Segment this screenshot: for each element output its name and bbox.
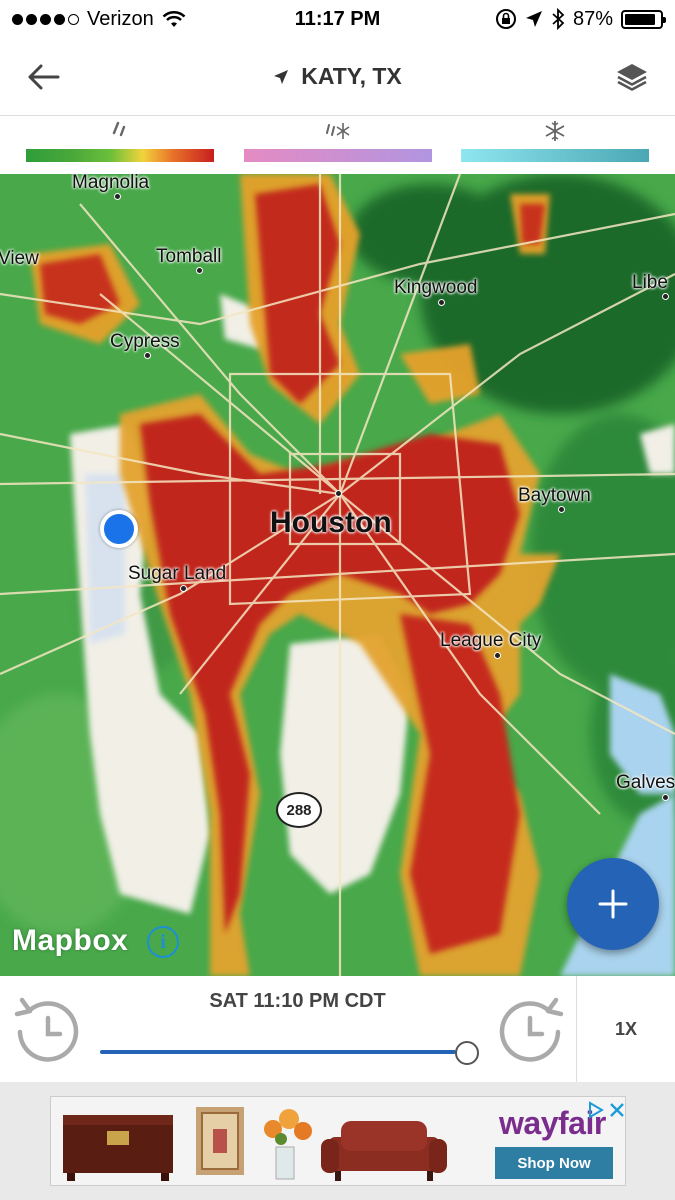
orientation-lock-icon [495,9,516,29]
add-button[interactable] [567,858,659,950]
location-title[interactable]: KATY, TX [273,63,402,90]
timeline-thumb[interactable] [455,1041,479,1065]
status-time: 11:17 PM [294,7,381,30]
city-label: Galves [616,772,675,793]
legend-mixed-bar [243,149,432,162]
rain-icon [112,117,128,145]
radar-map[interactable]: Magnolia View Tomball Kingwood Libe Cypr… [0,174,675,976]
city-dot [114,193,121,200]
ad-choices[interactable] [577,1099,625,1121]
city-label: Baytown [518,485,591,506]
snowflake-icon [544,117,566,145]
radar-overlay [0,174,675,976]
city-label: Libe [632,272,668,293]
info-icon[interactable]: i [147,926,179,958]
bluetooth-icon [552,8,565,30]
city-dot [494,652,501,659]
city-dot [662,293,669,300]
city-label: View [0,248,39,269]
timestamp-label: SAT 11:10 PM CDT [209,990,386,1012]
legend-rain [26,117,214,174]
timeline-track[interactable] [100,1050,456,1054]
precip-legend [0,117,675,174]
signal-strength-icon [12,13,79,25]
city-dot [662,794,669,801]
playback-speed-button[interactable]: 1X [577,976,675,1082]
legend-rain-bar [26,149,214,162]
timeline-controls: SAT 11:10 PM CDT 1X [0,976,675,1082]
ad-area: wayfair Shop Now [0,1082,675,1200]
status-bar: Verizon 11:17 PM 87% [0,0,675,38]
back-arrow-icon[interactable] [26,63,60,91]
rewind-button[interactable] [12,990,82,1070]
city-label: Tomball [156,246,222,267]
location-name: KATY, TX [301,63,402,89]
wifi-icon [162,10,186,27]
layers-icon[interactable] [615,61,649,93]
city-dot [558,506,565,513]
city-dot [335,490,342,497]
ad-banner[interactable]: wayfair Shop Now [50,1096,626,1186]
location-arrow-icon [274,69,289,84]
forward-clock-icon [499,997,564,1062]
city-dot [438,299,445,306]
city-label: League City [440,630,542,651]
legend-mixed [243,117,432,174]
forward-button[interactable] [496,990,566,1070]
location-services-icon [525,11,542,27]
ad-furniture-image [63,1107,447,1181]
ad-choices-icon [589,1101,604,1119]
city-dot [144,352,151,359]
legend-snow-bar [461,149,649,162]
city-label: Kingwood [394,277,478,298]
city-label-houston: Houston [270,506,392,539]
battery-icon [621,9,666,29]
shop-now-button[interactable]: Shop Now [495,1147,613,1179]
nav-bar: KATY, TX [0,38,675,116]
city-dot [196,267,203,274]
city-label: Cypress [110,331,180,352]
mixed-icon [325,117,351,145]
current-location-marker[interactable] [100,510,138,548]
rewind-clock-icon [14,997,79,1062]
plus-icon [598,889,628,919]
legend-snow [461,117,649,174]
city-label: Magnolia [72,174,150,193]
close-icon [610,1103,624,1117]
battery-percent: 87% [572,7,613,30]
carrier-label: Verizon [87,7,154,30]
mapbox-logo[interactable]: Mapbox [12,924,128,958]
city-label: Sugar Land [128,563,227,584]
highway-shield: 288 [276,792,322,828]
city-dot [180,585,187,592]
